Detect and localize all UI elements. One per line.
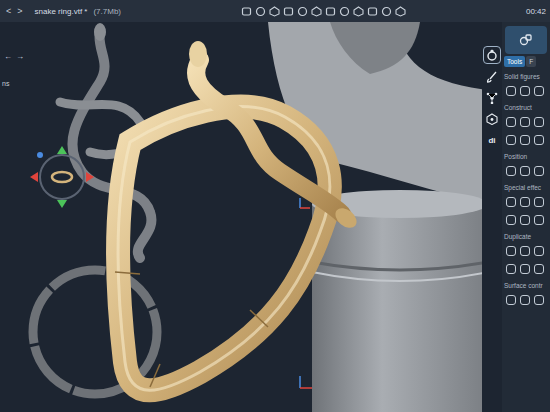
section-title: Solid figures xyxy=(504,73,549,80)
tool-icon[interactable] xyxy=(339,6,350,17)
shape-icon[interactable] xyxy=(520,135,530,145)
icon-row xyxy=(504,164,549,178)
tool-icon[interactable] xyxy=(297,6,308,17)
figures-icon[interactable] xyxy=(519,33,533,47)
section-title: Position xyxy=(504,153,549,160)
shape-icon[interactable] xyxy=(520,166,530,176)
shape-icon[interactable] xyxy=(506,215,516,225)
shape-icon[interactable] xyxy=(506,135,516,145)
panel-section: Solid figures xyxy=(502,67,550,98)
shape-icon[interactable] xyxy=(520,215,530,225)
shape-icon[interactable] xyxy=(534,86,544,96)
shape-icon[interactable] xyxy=(520,86,530,96)
panel-section: Position xyxy=(502,147,550,178)
shape-icon[interactable] xyxy=(534,166,544,176)
view-arrow[interactable]: → xyxy=(16,52,24,61)
axis-indicator xyxy=(300,198,312,388)
molecule-icon xyxy=(486,92,498,104)
tool-icon[interactable] xyxy=(255,6,266,17)
tool-button[interactable] xyxy=(484,69,500,85)
shape-icon[interactable] xyxy=(506,264,516,274)
side-label: ns xyxy=(2,80,9,87)
file-title: snake ring.vtf * xyxy=(35,7,88,16)
transform-gizmo[interactable] xyxy=(30,146,94,208)
tool-button[interactable] xyxy=(484,90,500,106)
nav-button[interactable]: < xyxy=(6,6,11,16)
shape-icon[interactable] xyxy=(520,246,530,256)
shape-icon[interactable] xyxy=(520,117,530,127)
shape-icon[interactable] xyxy=(506,86,516,96)
icon-row xyxy=(504,213,549,227)
tool-icon[interactable] xyxy=(241,6,252,17)
icon-row xyxy=(504,115,549,129)
tool-icon[interactable] xyxy=(269,6,280,17)
shape-icon[interactable] xyxy=(520,264,530,274)
right-panel: ToolsF Solid figures Construct Position Spec… xyxy=(502,22,550,412)
di-label: di xyxy=(488,136,495,145)
icon-row xyxy=(504,293,549,307)
panel-section: Construct xyxy=(502,98,550,147)
scene-canvas[interactable] xyxy=(0,22,482,412)
brush-icon xyxy=(486,71,498,83)
gold-snake-ring[interactable] xyxy=(115,41,360,390)
section-title: Construct xyxy=(504,104,549,111)
toolbar-icons xyxy=(129,6,518,17)
icon-row xyxy=(504,195,549,209)
icon-row xyxy=(504,262,549,276)
file-size: (7.7Mb) xyxy=(93,7,121,16)
panel-section: Duplicate xyxy=(502,227,550,276)
shape-icon[interactable] xyxy=(534,197,544,207)
app-window: <>snake ring.vtf *(7.7Mb)00:42←→nsdiTool… xyxy=(0,0,550,412)
view-nav: ←→ xyxy=(4,52,24,61)
tool-icon[interactable] xyxy=(311,6,322,17)
shape-icon[interactable] xyxy=(506,197,516,207)
section-title: Special effec xyxy=(504,184,549,191)
ring-icon xyxy=(486,49,498,61)
icon-row xyxy=(504,133,549,147)
tool-icon[interactable] xyxy=(395,6,406,17)
tool-button[interactable] xyxy=(483,46,501,64)
icon-row xyxy=(504,84,549,98)
section-title: Duplicate xyxy=(504,233,549,240)
shape-icon[interactable] xyxy=(506,295,516,305)
section-title: Surface contr xyxy=(504,282,549,289)
panel-tabs: ToolsF xyxy=(502,56,550,67)
panel-tab[interactable]: F xyxy=(526,56,536,67)
panel-header xyxy=(505,26,547,54)
shape-icon[interactable] xyxy=(520,197,530,207)
view-arrow[interactable]: ← xyxy=(4,52,12,61)
tool-icon[interactable] xyxy=(283,6,294,17)
shape-icon[interactable] xyxy=(534,135,544,145)
panel-tab[interactable]: Tools xyxy=(504,56,525,67)
shape-icon[interactable] xyxy=(534,264,544,274)
tool-column: di xyxy=(482,22,502,412)
tool-icon[interactable] xyxy=(325,6,336,17)
shape-icon[interactable] xyxy=(520,295,530,305)
mannequin-hand xyxy=(268,22,482,412)
workspace: ←→nsdiToolsFSolid figuresConstructPositi… xyxy=(0,22,550,412)
icon-row xyxy=(504,244,549,258)
cube-nodes-icon xyxy=(486,113,498,125)
tool-button[interactable] xyxy=(484,111,500,127)
panel-section: Surface contr xyxy=(502,276,550,307)
viewport[interactable]: ←→ns xyxy=(0,22,482,412)
tool-button[interactable]: di xyxy=(484,132,500,148)
panel-section: Special effec xyxy=(502,178,550,227)
shape-icon[interactable] xyxy=(506,246,516,256)
tool-icon[interactable] xyxy=(367,6,378,17)
shape-icon[interactable] xyxy=(506,166,516,176)
clock: 00:42 xyxy=(526,7,546,16)
tool-icon[interactable] xyxy=(381,6,392,17)
shape-icon[interactable] xyxy=(534,246,544,256)
shape-icon[interactable] xyxy=(534,295,544,305)
top-bar: < > snake ring.vtf * (7.7Mb) 00:42 xyxy=(0,0,550,22)
nav-button[interactable]: > xyxy=(17,6,22,16)
shape-icon[interactable] xyxy=(534,215,544,225)
title-group: < > snake ring.vtf * (7.7Mb) xyxy=(6,6,121,16)
shape-icon[interactable] xyxy=(506,117,516,127)
tool-icon[interactable] xyxy=(353,6,364,17)
shape-icon[interactable] xyxy=(534,117,544,127)
